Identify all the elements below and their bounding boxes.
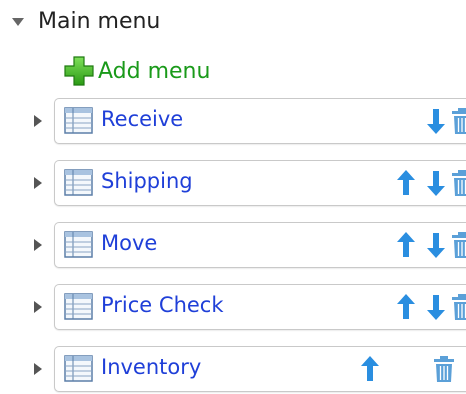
expand-arrow-icon[interactable] <box>34 363 42 375</box>
add-menu-label: Add menu <box>98 58 211 84</box>
main-menu-header[interactable]: Main menu <box>12 4 160 38</box>
trash-icon[interactable] <box>433 355 455 383</box>
menu-item-price-check: Price Check <box>28 284 466 332</box>
trash-icon[interactable] <box>451 231 466 259</box>
menu-item-label[interactable]: Shipping <box>101 169 193 193</box>
menu-item-card: Price Check <box>54 284 466 330</box>
main-menu-title: Main menu <box>38 8 161 34</box>
move-up-icon[interactable] <box>359 355 381 383</box>
menu-item-label[interactable]: Inventory <box>101 355 201 379</box>
expand-arrow-icon[interactable] <box>34 177 42 189</box>
move-up-icon[interactable] <box>395 169 417 197</box>
menu-item-card: Inventory <box>54 346 466 392</box>
menu-item-label[interactable]: Move <box>101 231 157 255</box>
expand-arrow-icon[interactable] <box>34 239 42 251</box>
plus-icon <box>62 54 96 88</box>
menu-item-card: Move <box>54 222 466 268</box>
menu-item-shipping: Shipping <box>28 160 466 208</box>
menu-item-card: Receive <box>54 98 466 144</box>
move-down-icon[interactable] <box>425 107 447 135</box>
menu-item-label[interactable]: Price Check <box>101 293 224 317</box>
table-icon <box>63 354 95 384</box>
move-down-icon[interactable] <box>425 169 447 197</box>
menu-item-inventory: Inventory <box>28 346 466 394</box>
table-icon <box>63 230 95 260</box>
expand-arrow-icon[interactable] <box>34 301 42 313</box>
move-down-icon[interactable] <box>425 231 447 259</box>
menu-item-label[interactable]: Receive <box>101 107 183 131</box>
menu-editor: Main menu Add menu Receive Shipping Move… <box>0 0 466 394</box>
expand-arrow-icon[interactable] <box>34 115 42 127</box>
menu-item-card: Shipping <box>54 160 466 206</box>
menu-item-receive: Receive <box>28 98 466 146</box>
table-icon <box>63 106 95 136</box>
add-menu-button[interactable]: Add menu <box>62 54 210 88</box>
move-up-icon[interactable] <box>395 231 417 259</box>
move-up-icon[interactable] <box>395 293 417 321</box>
move-down-icon[interactable] <box>425 293 447 321</box>
table-icon <box>63 168 95 198</box>
trash-icon[interactable] <box>451 169 466 197</box>
trash-icon[interactable] <box>451 293 466 321</box>
collapse-caret-icon[interactable] <box>12 18 24 26</box>
trash-icon[interactable] <box>451 107 466 135</box>
table-icon <box>63 292 95 322</box>
menu-item-move: Move <box>28 222 466 270</box>
